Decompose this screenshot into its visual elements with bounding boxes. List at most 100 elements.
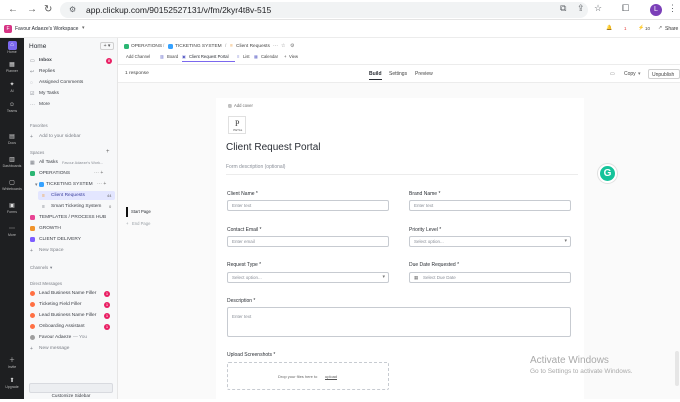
upload-dropzone[interactable]: Drop your files here to upload (227, 362, 389, 390)
profile-avatar[interactable]: L (650, 4, 662, 16)
rail-planner[interactable]: ▦ Planner (0, 62, 24, 74)
chevron-down-icon[interactable]: ▾ (50, 265, 52, 271)
workspace-name[interactable]: Favour Adaeze's Workspace (15, 26, 78, 33)
tab-calendar[interactable]: Calendar (261, 54, 278, 60)
add-cover-button[interactable]: Add cover (234, 103, 253, 109)
breadcrumb-space[interactable]: OPERATIONS (131, 44, 162, 50)
sidebar-list-client-requests[interactable]: ≡ Client Requests 44 (38, 191, 115, 200)
new-space-button[interactable]: New Space (39, 248, 64, 254)
rail-teams[interactable]: ☺ Teams (0, 102, 24, 114)
form-description[interactable]: Form description (optional) (226, 164, 285, 170)
forward-icon[interactable]: → (27, 3, 37, 17)
contact-email-field[interactable]: Enter email (227, 236, 389, 247)
lightning-icon[interactable]: ⚡ (638, 25, 644, 31)
due-date-picker[interactable]: ▦ Select Due Date (409, 272, 571, 283)
direct-messages-header[interactable]: Direct Messages (30, 281, 62, 287)
rail-forms[interactable]: ▣ Forms (0, 203, 24, 215)
tab-board[interactable]: Board (167, 54, 178, 60)
brand-name-field[interactable]: Enter text (409, 200, 571, 211)
dm-item[interactable]: Onboarding Assistant (39, 324, 85, 330)
sidebar-list-smart-ticketing[interactable]: Smart Ticketing System (51, 204, 101, 210)
sidebar-space-operations[interactable]: OPERATIONS (39, 171, 70, 177)
reload-icon[interactable]: ↻ (44, 3, 52, 17)
grammarly-button[interactable]: G (597, 163, 618, 184)
share-arrow-icon[interactable]: ↗ (658, 25, 662, 31)
extensions-icon[interactable]: ⧠ (622, 3, 629, 14)
rail-invite[interactable]: ＋ Invite (0, 358, 24, 370)
rail-whiteboards[interactable]: ▢ Whiteboards (0, 180, 24, 192)
spaces-header[interactable]: Spaces (30, 150, 44, 156)
share-icon[interactable]: ⇪ (577, 3, 585, 14)
mode-settings[interactable]: Settings (389, 71, 407, 77)
copy-button[interactable]: Copy (624, 71, 636, 77)
client-name-field[interactable]: Enter text (227, 200, 389, 211)
scrollbar[interactable] (675, 351, 679, 386)
add-channel-button[interactable]: Add Channel (126, 54, 150, 60)
add-to-sidebar-link[interactable]: Add to your sidebar (39, 134, 81, 140)
breadcrumb-list[interactable]: Client Requests (236, 44, 270, 50)
dm-item-self[interactable]: Favour Adaeze (39, 335, 71, 341)
upload-link[interactable]: upload (325, 374, 337, 379)
breadcrumb-folder[interactable]: TICKETING SYSTEM (175, 44, 222, 50)
tab-client-request-portal[interactable]: Client Request Portal (189, 54, 229, 60)
sidebar-item-all-tasks[interactable]: All Tasks (39, 160, 58, 166)
main-panel: OPERATIONS / TICKETING SYSTEM / ≡ Client… (118, 38, 680, 399)
description-textarea[interactable]: Enter text (227, 307, 571, 337)
form-logo[interactable]: P PETAL (228, 116, 246, 134)
browser-menu-icon[interactable]: ⋮ (668, 3, 677, 14)
rail-dashboards[interactable]: ▥ Dashboards (0, 157, 24, 169)
tab-list[interactable]: List (243, 54, 250, 60)
list-options-icon[interactable]: ⋯ (273, 44, 278, 50)
customize-sidebar-button[interactable]: Customize Sidebar (29, 383, 113, 398)
bell-icon[interactable]: 🔔 (606, 25, 612, 31)
chevron-down-icon[interactable]: ▾ (638, 71, 641, 77)
chevron-down-icon[interactable]: ▾ (35, 182, 38, 188)
rail-home[interactable]: ⌂ Home (0, 41, 24, 55)
sidebar-create-button[interactable]: + ▾ (100, 42, 114, 50)
end-page-item[interactable]: End Page (132, 221, 150, 227)
start-page-item[interactable]: Start Page (131, 209, 151, 215)
favorites-header[interactable]: Favorites (30, 123, 48, 129)
responses-count[interactable]: 1 response (125, 71, 149, 77)
add-space-icon[interactable]: + (106, 149, 110, 155)
share-button[interactable]: Share (665, 26, 678, 32)
layout-icon[interactable]: ▭ (610, 71, 615, 77)
mode-build[interactable]: Build (369, 71, 382, 77)
bookmark-star-icon[interactable]: ☆ (594, 3, 602, 14)
space-actions-icon[interactable]: ⋯ + (94, 170, 103, 176)
sidebar-folder-ticketing-system[interactable]: TICKETING SYSTEM (46, 182, 93, 188)
channels-header[interactable]: Channels (30, 265, 48, 271)
sidebar-space-templates[interactable]: TEMPLATES / PROCESS HUB (39, 215, 106, 221)
sidebar-item-replies[interactable]: Replies (39, 69, 55, 75)
new-message-button[interactable]: New message (39, 346, 69, 352)
chevron-down-icon[interactable]: ▾ (82, 25, 85, 31)
sidebar-item-assigned-comments[interactable]: Assigned Comments (39, 80, 83, 86)
sidebar-space-client-delivery[interactable]: CLIENT DELIVERY (39, 237, 81, 243)
rail-docs[interactable]: ▤ Docs (0, 134, 24, 146)
add-view-button[interactable]: View (289, 54, 298, 60)
sidebar-item-more[interactable]: More (39, 102, 50, 108)
site-info-icon[interactable]: ⚙ (69, 2, 76, 18)
request-type-select[interactable]: Select option... ▾ (227, 272, 389, 283)
rail-ai[interactable]: ✦ AI (0, 82, 24, 94)
rail-more[interactable]: ⋯ More (0, 226, 24, 238)
sidebar-item-inbox[interactable]: Inbox (39, 58, 52, 64)
dm-item[interactable]: Ticketing Field Filler (39, 302, 81, 308)
form-title[interactable]: Client Request Portal (226, 142, 321, 154)
add-view-icon[interactable]: + (284, 54, 286, 60)
sidebar-item-my-tasks[interactable]: My Tasks (39, 91, 59, 97)
mode-preview[interactable]: Preview (415, 71, 433, 77)
folder-actions-icon[interactable]: ⋯ + (97, 181, 106, 187)
address-bar[interactable]: ⚙ app.clickup.com/90152527131/v/fm/2kyr4… (60, 2, 588, 18)
dm-item[interactable]: Lead Business Name Filler (39, 291, 96, 297)
sidebar-space-growth[interactable]: GROWTH (39, 226, 61, 232)
back-icon[interactable]: ← (8, 3, 18, 17)
calendar-icon: ▦ (9, 62, 15, 68)
dm-item[interactable]: Lead Business Name Filler (39, 313, 96, 319)
favorite-star-icon[interactable]: ☆ (281, 44, 285, 50)
rail-upgrade[interactable]: ⬆ Upgrade (0, 378, 24, 390)
install-app-icon[interactable]: ⧉ (560, 3, 566, 14)
unpublish-button[interactable]: Unpublish (648, 69, 680, 79)
priority-select[interactable]: Select option... ▾ (409, 236, 571, 247)
settings-icon[interactable]: ⚙ (290, 44, 294, 50)
